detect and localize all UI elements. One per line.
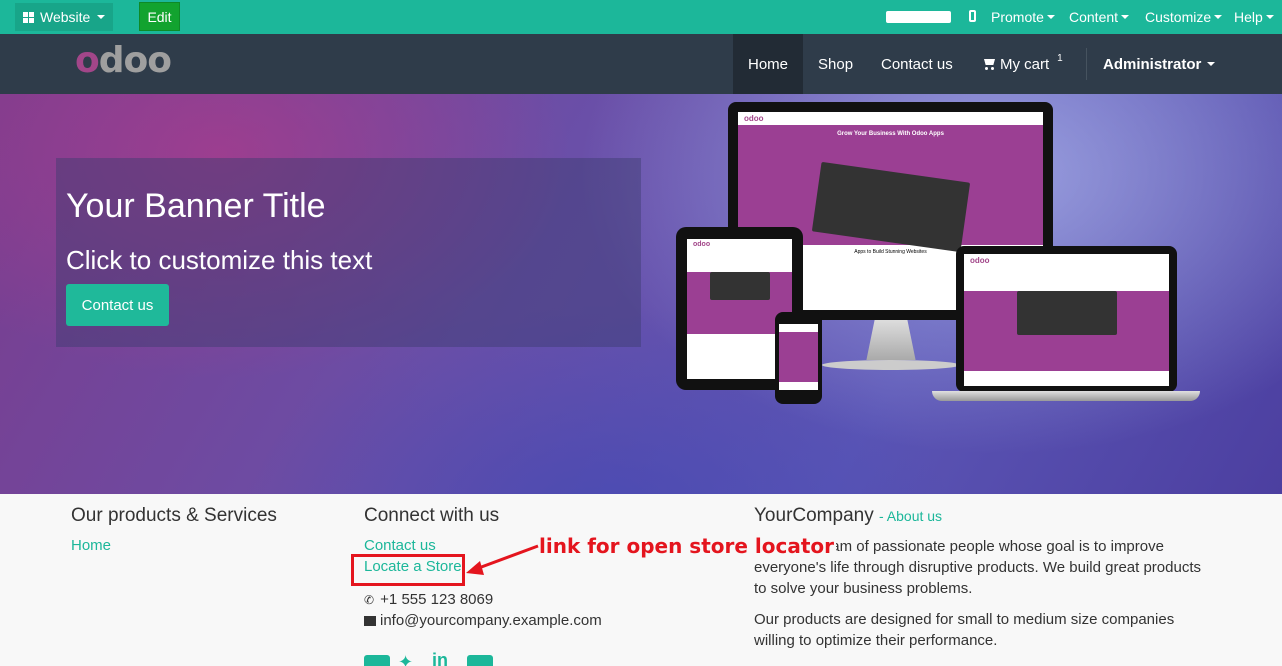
footer-products-heading: Our products & Services [71,505,277,526]
edit-button[interactable]: Edit [139,2,180,31]
annotation-highlight-box [351,554,465,586]
footer-connect-heading: Connect with us [364,505,500,526]
monitor-mini-logo: odoo [744,114,764,123]
caret-down-icon [1207,62,1216,66]
footer-phone: ✆ +1 555 123 8069 [364,589,493,611]
company-products-text: Our products are designed for small to m… [754,611,1175,649]
footer: Our products & Services Home Connect wit… [0,494,1282,666]
help-menu[interactable]: Help [1234,0,1274,34]
caret-down-icon [1046,15,1055,19]
footer-contact-link[interactable]: Contact us [364,537,436,554]
website-menu-label: Website [40,9,91,25]
footer-company-heading: YourCompany - About us [754,505,942,527]
caret-down-icon [1214,15,1223,19]
facebook-icon[interactable] [364,655,390,666]
content-label: Content [1069,9,1119,25]
footer-email: info@yourcompany.example.com [364,610,602,631]
nav-divider [1086,48,1087,80]
linkedin-icon[interactable]: in [432,650,458,666]
shopping-cart-icon [982,58,996,70]
monitor-base [822,360,960,370]
caret-down-icon [1265,15,1274,19]
grid-icon [23,11,34,23]
user-menu[interactable]: Administrator [1103,34,1216,94]
my-cart-label: My cart [1000,55,1050,73]
monitor-hero-title: Grow Your Business With Odoo Apps [837,131,944,137]
nav-my-cart[interactable]: My cart 1 [982,34,1063,94]
annotation-arrow-icon [466,544,539,575]
monitor-stand [866,320,916,360]
customize-menu[interactable]: Customize [1145,0,1223,34]
odoo-logo[interactable]: odoo [75,40,172,81]
google-plus-icon[interactable] [467,655,493,666]
help-label: Help [1234,9,1263,25]
tablet-mini-logo: odoo [693,241,711,248]
footer-email-text: info@yourcompany.example.com [380,612,602,629]
caret-down-icon [97,15,106,19]
twitter-icon[interactable]: ✦ [398,652,424,666]
mobile-preview-icon[interactable] [969,10,976,22]
cart-count-badge: 1 [1057,52,1063,64]
footer-phone-text: +1 555 123 8069 [380,591,494,608]
about-us-link[interactable]: - About us [879,508,942,524]
banner-title: Your Banner Title [66,187,326,225]
laptop-device: odoo [956,246,1177,392]
user-name: Administrator [1103,55,1202,73]
logo-letter-o: o [75,40,100,81]
promote-menu[interactable]: Promote [991,0,1055,34]
nav-contact-us[interactable]: Contact us [881,34,953,94]
website-menu-button[interactable]: Website [15,3,114,31]
banner-subtitle: Click to customize this text [66,245,373,275]
company-name: YourCompany [754,505,874,526]
phone-icon: ✆ [364,593,375,607]
main-navbar: odoo Home Shop Contact us My cart 1 Admi… [0,34,1282,94]
phone-device [775,312,822,404]
nav-home[interactable]: Home [733,34,804,94]
admin-search-input[interactable] [886,11,951,23]
laptop-mini-logo: odoo [970,256,990,265]
logo-rest: doo [98,40,172,81]
caret-down-icon [1121,15,1130,19]
content-menu[interactable]: Content [1069,0,1130,34]
envelope-icon [364,616,376,627]
hero-banner: Your Banner Title Click to customize thi… [0,94,1282,494]
nav-shop[interactable]: Shop [818,34,853,94]
banner-contact-button[interactable]: Contact us [66,284,169,326]
admin-bar: Website Edit Promote Content Customize H… [0,0,1282,34]
footer-home-link[interactable]: Home [71,537,111,554]
customize-label: Customize [1145,9,1212,25]
annotation-label: link for open store locator [539,534,837,558]
promote-label: Promote [991,9,1044,25]
laptop-base [932,391,1200,401]
